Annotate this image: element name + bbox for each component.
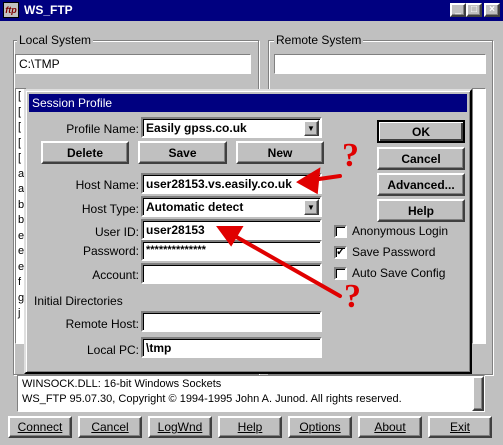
bottom-help-label: Help (237, 420, 263, 434)
status-line-1: WINSOCK.DLL: 16-bit Windows Sockets (22, 378, 222, 390)
arrowhead-host-name (296, 167, 321, 195)
question-mark-bottom: ? (344, 278, 361, 315)
status-log-panel[interactable]: WINSOCK.DLL: 16-bit Windows Sockets WS_F… (17, 375, 485, 412)
status-line-2: WS_FTP 95.07.30, Copyright © 1994-1995 J… (22, 393, 402, 405)
about-button[interactable]: About (358, 416, 422, 438)
options-button[interactable]: Options (288, 416, 352, 438)
status-scrollbar[interactable] (472, 376, 484, 411)
logwnd-label: LogWnd (157, 420, 203, 434)
logwnd-button[interactable]: LogWnd (148, 416, 212, 438)
about-label: About (374, 420, 406, 434)
arrowhead-user-id (216, 226, 244, 247)
exit-label: Exit (449, 420, 470, 434)
connect-label: Connect (17, 420, 63, 434)
question-mark-top: ? (342, 137, 359, 174)
bottom-help-button[interactable]: Help (218, 416, 282, 438)
arrow-to-user-id (224, 229, 342, 298)
options-label: Options (299, 420, 341, 434)
bottom-cancel-label: Cancel (91, 420, 129, 434)
connect-button[interactable]: Connect (8, 416, 72, 438)
exit-button[interactable]: Exit (428, 416, 492, 438)
bottom-cancel-button[interactable]: Cancel (78, 416, 142, 438)
